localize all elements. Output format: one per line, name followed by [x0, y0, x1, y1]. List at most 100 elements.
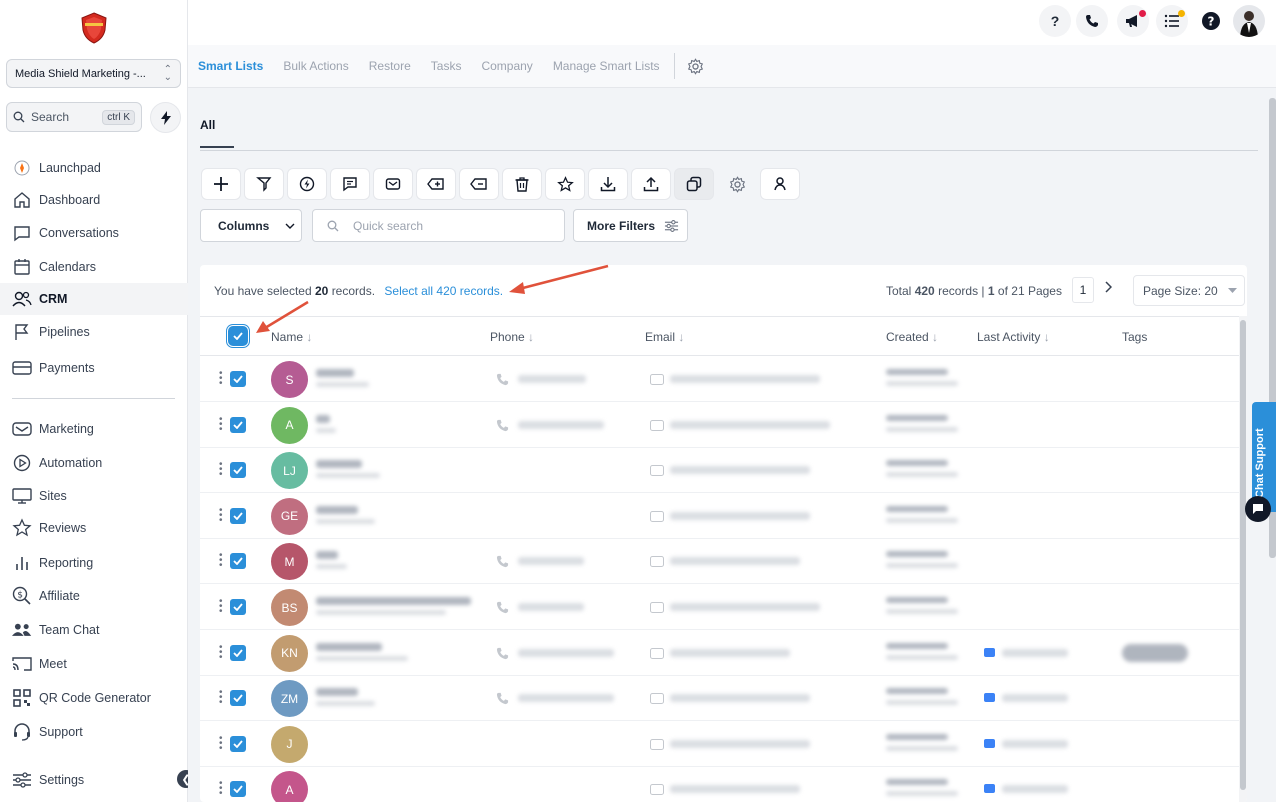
sidebar-item-reviews[interactable]: Reviews — [0, 512, 188, 544]
table-row[interactable]: • • • M — [200, 539, 1247, 585]
column-header-name[interactable]: Name ↓ — [271, 330, 312, 344]
row-drag-handle-icon[interactable]: • • • — [219, 369, 223, 389]
account-switcher[interactable]: Media Shield Marketing -... ⌃ ⌄ — [6, 59, 181, 88]
next-page-button[interactable] — [1104, 281, 1113, 296]
avatar[interactable]: A — [271, 406, 308, 444]
row-drag-handle-icon[interactable]: • • • — [219, 414, 223, 434]
gear-icon[interactable] — [687, 57, 704, 75]
assign-user-button[interactable] — [760, 168, 800, 200]
table-row[interactable]: • • • A — [200, 767, 1247, 802]
remove-tag-button[interactable] — [459, 168, 499, 200]
row-checkbox[interactable] — [230, 599, 246, 615]
select-all-records-link[interactable]: Select all 420 records. — [384, 284, 503, 298]
tab-smart-lists[interactable]: Smart Lists — [198, 59, 263, 73]
avatar[interactable]: J — [271, 725, 308, 763]
sidebar-item-launchpad[interactable]: Launchpad — [0, 152, 188, 184]
row-drag-handle-icon[interactable]: • • • — [219, 779, 223, 799]
tab-tasks[interactable]: Tasks — [431, 59, 462, 73]
merge-button[interactable] — [674, 168, 714, 200]
select-all-checkbox[interactable] — [230, 328, 246, 344]
export-button[interactable] — [588, 168, 628, 200]
table-row[interactable]: • • • GE — [200, 494, 1247, 539]
row-drag-handle-icon[interactable]: • • • — [219, 505, 223, 525]
toolbar-settings-button[interactable] — [717, 168, 757, 200]
avatar[interactable]: A — [271, 771, 308, 802]
sidebar-item-conversations[interactable]: Conversations — [0, 217, 188, 249]
announcements-button[interactable] — [1117, 5, 1149, 37]
sidebar-item-qr-code-generator[interactable]: QR Code Generator — [0, 682, 188, 714]
column-header-tags[interactable]: Tags — [1122, 330, 1147, 344]
row-drag-handle-icon[interactable]: • • • — [219, 688, 223, 708]
row-drag-handle-icon[interactable]: • • • — [219, 551, 223, 571]
page-size-select[interactable]: Page Size: 20 — [1133, 275, 1245, 306]
sidebar-item-settings[interactable]: Settings — [0, 764, 188, 796]
review-request-button[interactable] — [545, 168, 585, 200]
avatar[interactable]: BS — [271, 589, 308, 626]
row-checkbox[interactable] — [230, 462, 246, 479]
sidebar-item-marketing[interactable]: Marketing — [0, 413, 188, 445]
scrollbar-thumb[interactable] — [1240, 320, 1246, 790]
row-checkbox[interactable] — [230, 371, 246, 387]
sidebar-item-automation[interactable]: Automation — [0, 447, 188, 479]
quick-search-input[interactable]: Quick search — [312, 209, 565, 242]
sidebar-item-crm[interactable]: CRM — [0, 283, 188, 315]
add-contact-button[interactable] — [201, 168, 241, 200]
add-tag-button[interactable] — [416, 168, 456, 200]
sidebar-item-reporting[interactable]: Reporting — [0, 547, 188, 579]
avatar[interactable]: S — [271, 361, 308, 398]
table-row[interactable]: • • • A — [200, 403, 1247, 448]
table-row[interactable]: • • • BS — [200, 585, 1247, 630]
workflow-action-button[interactable] — [287, 168, 327, 200]
help-button[interactable]: ? — [1039, 5, 1071, 37]
avatar[interactable]: ZM — [271, 680, 308, 718]
current-page-button[interactable]: 1 — [1072, 277, 1094, 303]
sidebar-item-dashboard[interactable]: Dashboard — [0, 184, 188, 216]
row-checkbox[interactable] — [230, 690, 246, 707]
table-row[interactable]: • • • LJ — [200, 448, 1247, 494]
row-checkbox[interactable] — [230, 553, 246, 570]
row-drag-handle-icon[interactable]: • • • — [219, 597, 223, 617]
table-scrollbar[interactable] — [1239, 316, 1247, 802]
send-email-button[interactable] — [373, 168, 413, 200]
row-drag-handle-icon[interactable]: • • • — [219, 733, 223, 753]
company-logo[interactable] — [80, 12, 108, 44]
column-header-email[interactable]: Email ↓ — [645, 330, 684, 344]
phone-button[interactable] — [1076, 5, 1108, 37]
redacted-tag[interactable] — [1122, 643, 1188, 662]
tasks-list-button[interactable] — [1156, 5, 1188, 37]
sidebar-item-sites[interactable]: Sites — [0, 480, 188, 512]
sidebar-item-pipelines[interactable]: Pipelines — [0, 316, 188, 348]
support-help-button[interactable]: ? — [1195, 5, 1227, 37]
sidebar-search[interactable]: Search ctrl K — [6, 102, 142, 132]
row-drag-handle-icon[interactable]: • • • — [219, 642, 223, 662]
sidebar-item-meet[interactable]: Meet — [0, 648, 188, 680]
row-checkbox[interactable] — [230, 781, 246, 798]
delete-button[interactable] — [502, 168, 542, 200]
avatar[interactable]: M — [271, 543, 308, 581]
table-row[interactable]: • • • ZM — [200, 676, 1247, 722]
send-sms-button[interactable] — [330, 168, 370, 200]
row-drag-handle-icon[interactable]: • • • — [219, 460, 223, 480]
chat-bubble-button[interactable] — [1245, 496, 1271, 522]
table-row[interactable]: • • • J — [200, 722, 1247, 767]
avatar[interactable]: KN — [271, 634, 308, 672]
columns-dropdown[interactable]: Columns — [200, 209, 302, 242]
row-checkbox[interactable] — [230, 416, 246, 433]
quick-action-button[interactable] — [150, 102, 181, 133]
tab-bulk-actions[interactable]: Bulk Actions — [283, 59, 348, 73]
smart-list-tab-all[interactable]: All — [200, 118, 215, 132]
pipeline-action-button[interactable] — [244, 168, 284, 200]
tab-company[interactable]: Company — [481, 59, 532, 73]
row-checkbox[interactable] — [230, 644, 246, 661]
sidebar-item-support[interactable]: Support — [0, 716, 188, 748]
more-filters-button[interactable]: More Filters — [573, 209, 688, 242]
sidebar-item-team-chat[interactable]: Team Chat — [0, 614, 188, 646]
user-avatar[interactable] — [1233, 5, 1265, 37]
tab-restore[interactable]: Restore — [369, 59, 411, 73]
column-header-created[interactable]: Created ↓ — [886, 330, 938, 344]
avatar[interactable]: GE — [271, 497, 308, 535]
column-header-last-activity[interactable]: Last Activity ↓ — [977, 330, 1050, 344]
tab-manage-smart-lists[interactable]: Manage Smart Lists — [553, 59, 660, 73]
column-header-phone[interactable]: Phone ↓ — [490, 330, 534, 344]
sidebar-item-calendars[interactable]: Calendars — [0, 251, 188, 283]
